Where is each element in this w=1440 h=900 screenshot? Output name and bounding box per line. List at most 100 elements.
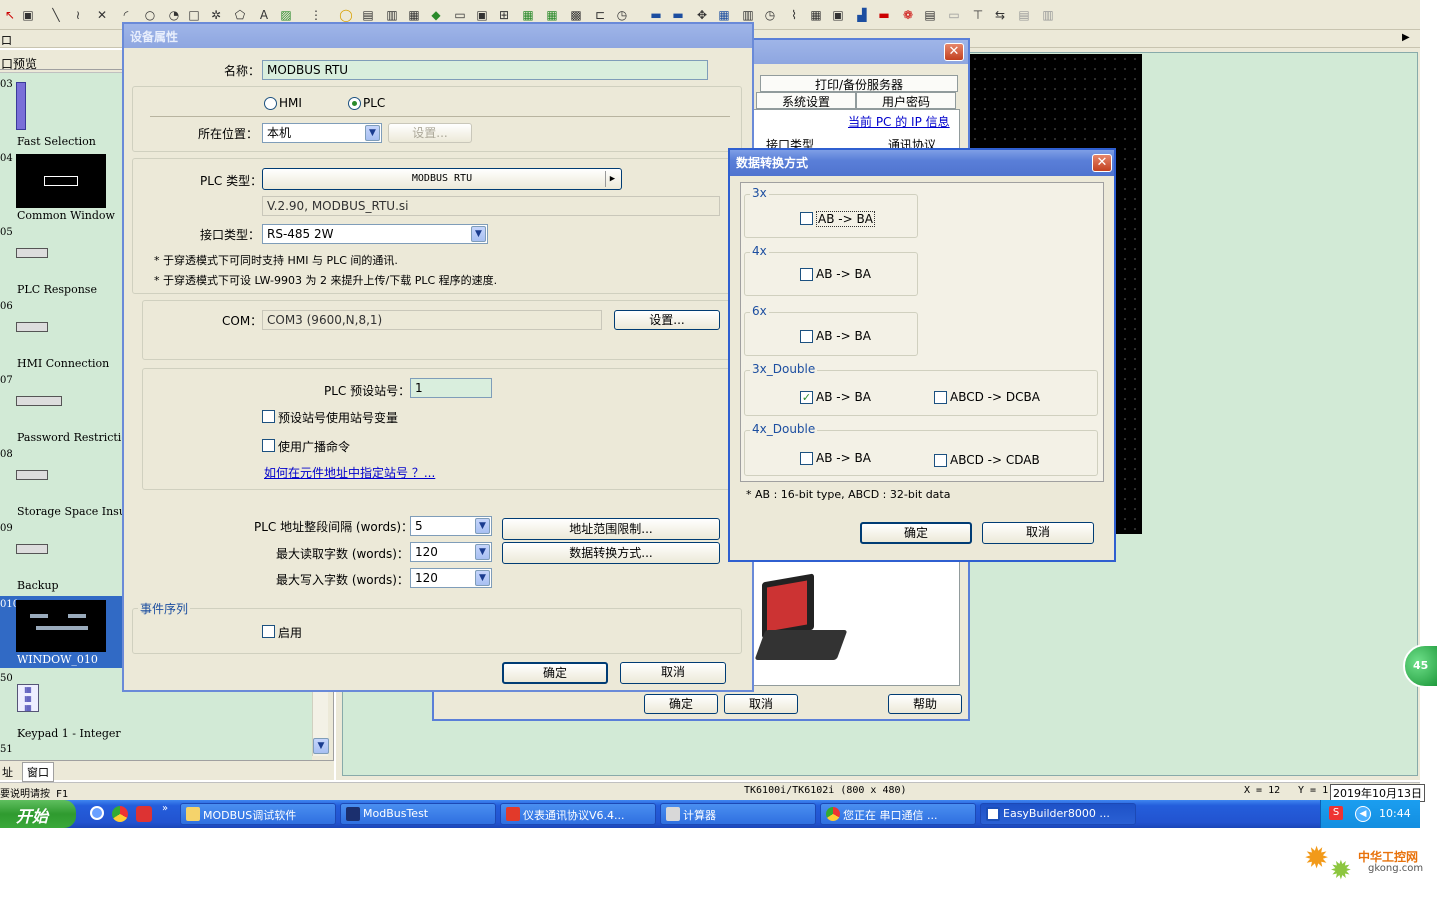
- scroll-right-arrow-icon[interactable]: ▶: [1402, 32, 1410, 43]
- bit-lamp-icon[interactable]: ◯: [338, 8, 354, 22]
- cross-icon[interactable]: ✕: [94, 8, 110, 22]
- chevron-down-icon[interactable]: ▼: [475, 518, 490, 534]
- tab-left[interactable]: 口: [1, 32, 12, 48]
- list-item[interactable]: 08 Storage Space Insuffici: [0, 446, 147, 520]
- list-item[interactable]: 04 Common Window: [0, 150, 122, 224]
- tab-system-settings[interactable]: 系统设置: [756, 92, 856, 109]
- picture-icon[interactable]: ▨: [278, 8, 294, 22]
- copy-icon[interactable]: ▤: [1016, 8, 1032, 22]
- list-item[interactable]: 06 HMI Connection: [0, 298, 122, 372]
- station-help-link[interactable]: 如何在元件地址中指定站号 ？...: [264, 464, 435, 481]
- function-key-icon[interactable]: ◆: [428, 8, 444, 22]
- 3x-double-ab-ba-checkbox[interactable]: ✓: [800, 391, 813, 404]
- polygon-icon[interactable]: ⬠: [232, 8, 248, 22]
- transfer-icon[interactable]: ⇆: [992, 8, 1008, 22]
- star-icon[interactable]: ✲: [208, 8, 224, 22]
- data-conversion-button[interactable]: 数据转换方式...: [502, 542, 720, 564]
- address-limit-button[interactable]: 地址范围限制...: [502, 518, 720, 540]
- taskbar-item-calculator[interactable]: 计算器: [660, 803, 816, 825]
- tab-print-backup[interactable]: 打印/备份服务器: [760, 75, 958, 92]
- plc-type-select[interactable]: MODBUS RTU ▶: [262, 168, 622, 190]
- max-read-select[interactable]: 120 ▼: [410, 542, 492, 562]
- macro-icon[interactable]: ▭: [946, 8, 962, 22]
- plc-radio[interactable]: [348, 97, 361, 110]
- polyline-icon[interactable]: ≀: [70, 8, 86, 22]
- tab-window[interactable]: 窗口: [22, 762, 54, 782]
- taskbar-item-easybuilder[interactable]: EasyBuilder8000 ...: [980, 803, 1136, 825]
- multistate-icon[interactable]: ▦: [406, 8, 422, 22]
- start-button[interactable]: 开始: [0, 800, 76, 828]
- interval-select[interactable]: 5 ▼: [410, 516, 492, 536]
- taskbar-item-browser[interactable]: 您正在 串口通信 ...: [820, 803, 976, 825]
- bit-switch-icon[interactable]: ▤: [360, 8, 376, 22]
- list-item[interactable]: 03 Fast Selection: [0, 76, 122, 150]
- level-icon[interactable]: ▥: [740, 8, 756, 22]
- chevron-down-icon[interactable]: ▼: [365, 125, 380, 141]
- alarm-icon[interactable]: ▬: [876, 8, 892, 22]
- scroll-down-button[interactable]: ▼: [313, 738, 329, 754]
- 3x-double-abcd-dcba-checkbox[interactable]: [934, 391, 947, 404]
- station-var-checkbox[interactable]: [262, 410, 275, 423]
- ascii-input-icon[interactable]: ▩: [568, 8, 584, 22]
- station-field[interactable]: 1: [410, 378, 492, 398]
- pointer-icon[interactable]: ↖: [2, 8, 18, 22]
- 6x-ab-ba-checkbox[interactable]: [800, 330, 813, 343]
- clock-icon[interactable]: ◷: [762, 8, 778, 22]
- list-item-selected[interactable]: 010 WINDOW_010: [0, 596, 122, 668]
- table-icon[interactable]: ▦: [808, 8, 824, 22]
- io-icon[interactable]: ▣: [474, 8, 490, 22]
- numeric-icon[interactable]: ⊞: [496, 8, 512, 22]
- input-method-icon[interactable]: S: [1329, 806, 1343, 820]
- edit-icon[interactable]: ▣: [20, 8, 36, 22]
- indirect-icon[interactable]: ⊏: [592, 8, 608, 22]
- image-icon[interactable]: ▣: [830, 8, 846, 22]
- list-item[interactable]: 07 Password Restriction: [0, 372, 135, 446]
- ok-button[interactable]: 确定: [860, 522, 972, 544]
- broadcast-checkbox[interactable]: [262, 439, 275, 452]
- paste-icon[interactable]: ▥: [1040, 8, 1056, 22]
- slider-icon[interactable]: ▭: [452, 8, 468, 22]
- tab-user-password[interactable]: 用户密码: [856, 92, 956, 109]
- line-icon[interactable]: ╲: [48, 8, 64, 22]
- tab-address[interactable]: 址: [2, 764, 13, 780]
- ie-icon[interactable]: [90, 806, 104, 820]
- 4x-double-ab-ba-checkbox[interactable]: [800, 452, 813, 465]
- chrome-icon[interactable]: [112, 806, 128, 822]
- interface-select[interactable]: RS-485 2W ▼: [262, 224, 488, 244]
- rectangle-icon[interactable]: □: [186, 8, 202, 22]
- location-select[interactable]: 本机 ▼: [262, 123, 382, 143]
- enable-checkbox[interactable]: [262, 625, 275, 638]
- ascii-icon[interactable]: ▦: [544, 8, 560, 22]
- ok-button[interactable]: 确定: [644, 694, 718, 714]
- taskbar-item-pdf[interactable]: 仪表通讯协议V6.4...: [500, 803, 656, 825]
- arc-icon[interactable]: ◜: [118, 8, 134, 22]
- trend-icon[interactable]: ⌇: [786, 8, 802, 22]
- taskbar-item-modbus-tool[interactable]: MODBUS调试软件: [180, 803, 336, 825]
- ok-button[interactable]: 确定: [502, 662, 608, 684]
- word-lamp-icon[interactable]: ▥: [384, 8, 400, 22]
- ip-info-link[interactable]: 当前 PC 的 IP 信息: [848, 113, 950, 130]
- taskbar-item-modbustest[interactable]: ModBusTest: [340, 803, 496, 825]
- record-icon[interactable]: ❁: [900, 8, 916, 22]
- close-icon[interactable]: ✕: [944, 43, 964, 61]
- move-icon[interactable]: ✥: [694, 8, 710, 22]
- chart-icon[interactable]: ▦: [716, 8, 732, 22]
- com-settings-button[interactable]: 设置...: [614, 310, 720, 330]
- side-badge[interactable]: 45: [1403, 644, 1439, 688]
- 4x-ab-ba-checkbox[interactable]: [800, 268, 813, 281]
- chevron-down-icon[interactable]: ▼: [471, 226, 486, 242]
- quicklaunch-more-icon[interactable]: »: [162, 803, 168, 814]
- chevron-down-icon[interactable]: ▼: [475, 544, 490, 560]
- close-icon[interactable]: ✕: [1092, 154, 1112, 172]
- cancel-button[interactable]: 取消: [724, 694, 798, 714]
- name-field[interactable]: MODBUS RTU: [262, 60, 708, 80]
- 3x-ab-ba-checkbox[interactable]: [800, 212, 813, 225]
- list-item[interactable]: 09 Backup: [0, 520, 122, 594]
- list-item[interactable]: 05 PLC Response: [0, 224, 122, 298]
- help-button[interactable]: 帮助: [888, 694, 962, 714]
- printer-icon[interactable]: ⊤: [970, 8, 986, 22]
- max-write-select[interactable]: 120 ▼: [410, 568, 492, 588]
- scale-icon[interactable]: ⋮: [308, 8, 324, 22]
- 4x-double-abcd-cdab-checkbox[interactable]: [934, 454, 947, 467]
- timer-icon[interactable]: ◷: [614, 8, 630, 22]
